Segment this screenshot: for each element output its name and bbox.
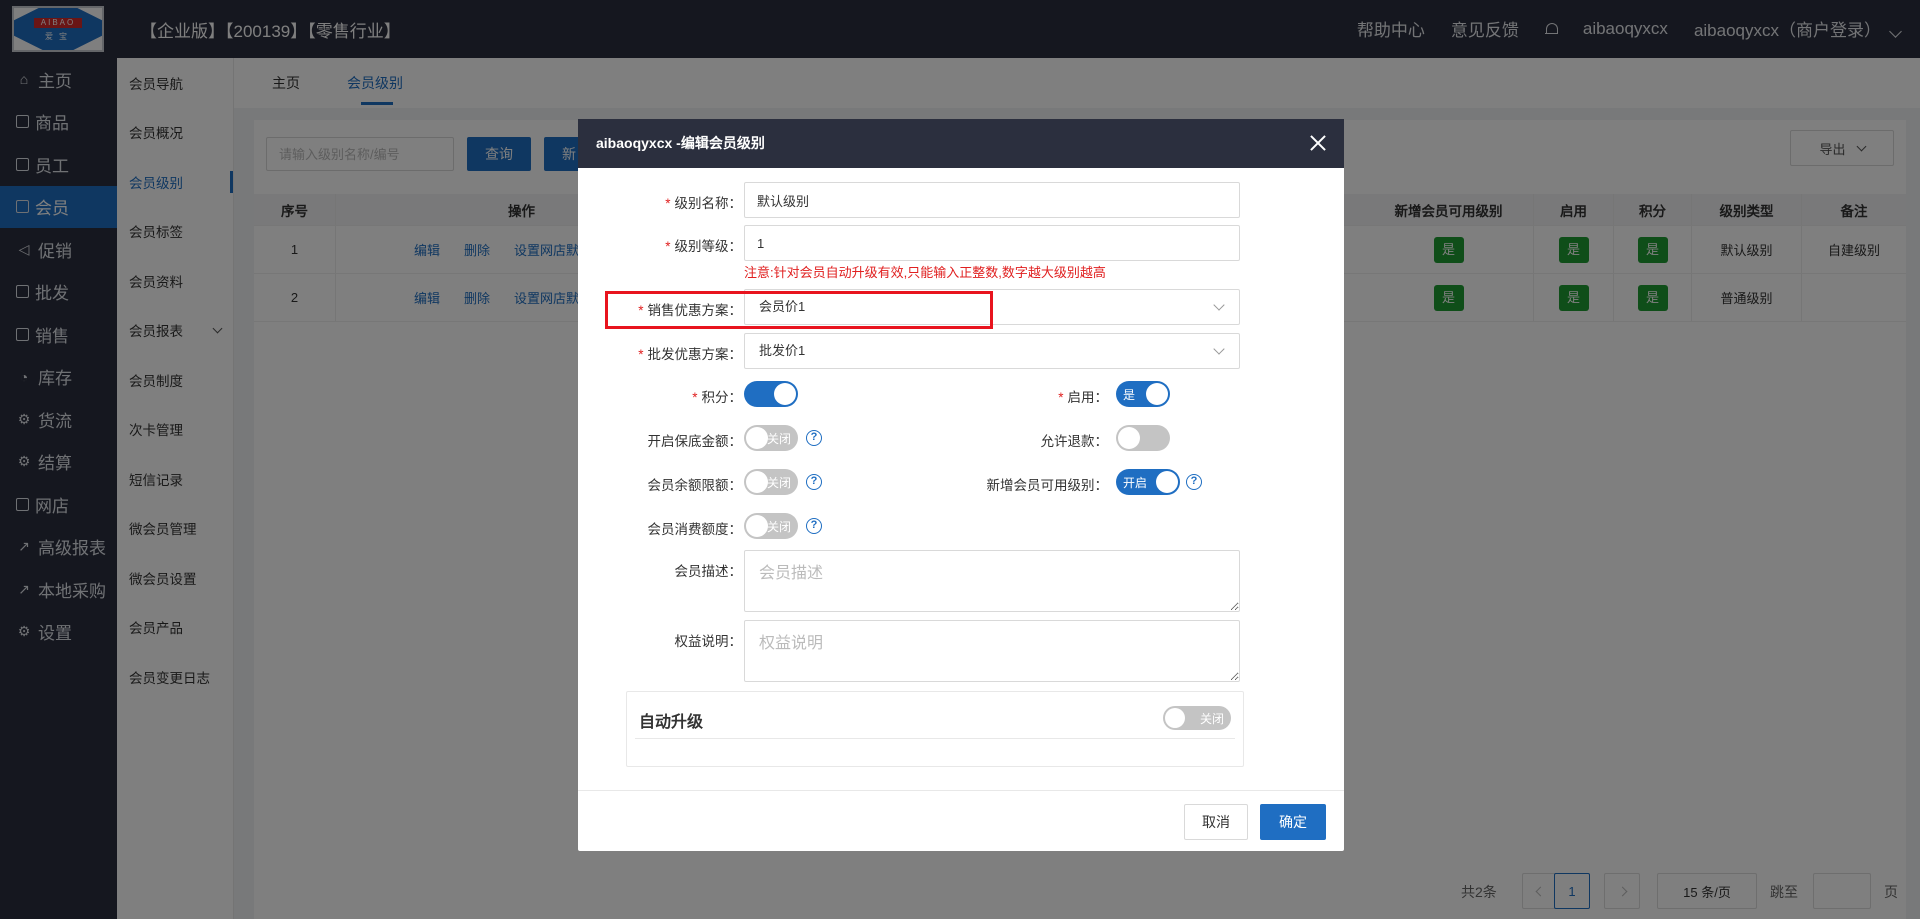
chevron-down-icon: [1213, 343, 1225, 355]
balance-limit-toggle[interactable]: 关闭: [744, 469, 798, 495]
level-name-label: * 级别名称：: [665, 196, 742, 211]
consume-limit-toggle[interactable]: 关闭: [744, 513, 798, 539]
new-member-toggle[interactable]: 开启: [1116, 469, 1180, 495]
enabled-label: * 启用：: [1058, 390, 1108, 405]
wholesale-plan-select[interactable]: 批发价1: [744, 333, 1240, 369]
auto-upgrade-section: 自动升级 关闭: [626, 691, 1244, 767]
help-icon[interactable]: ?: [806, 430, 822, 446]
highlight-box: [605, 291, 993, 329]
cancel-button[interactable]: 取消: [1184, 804, 1248, 840]
help-icon[interactable]: ?: [806, 518, 822, 534]
modal-title: aibaoqyxcx -编辑会员级别: [596, 135, 765, 151]
confirm-button[interactable]: 确定: [1260, 804, 1326, 840]
level-rank-label: * 级别等级：: [665, 239, 742, 254]
level-name-input[interactable]: [744, 182, 1240, 218]
rights-textarea[interactable]: [744, 620, 1240, 682]
help-icon[interactable]: ?: [806, 474, 822, 490]
desc-textarea[interactable]: [744, 550, 1240, 612]
help-icon[interactable]: ?: [1186, 474, 1202, 490]
deposit-toggle[interactable]: 关闭: [744, 425, 798, 451]
consume-limit-label: 会员消费额度：: [647, 522, 743, 537]
points-label: * 积分：: [692, 390, 742, 405]
refund-toggle[interactable]: [1116, 425, 1170, 451]
deposit-label: 开启保底金额：: [647, 434, 743, 449]
close-icon[interactable]: [1306, 131, 1330, 155]
level-rank-note: 注意:针对会员自动升级有效,只能输入正整数,数字越大级别越高: [744, 265, 1106, 280]
new-member-label: 新增会员可用级别：: [986, 478, 1109, 493]
desc-label: 会员描述：: [674, 564, 743, 579]
level-rank-input[interactable]: [744, 225, 1240, 261]
auto-upgrade-toggle[interactable]: 关闭: [1163, 706, 1231, 730]
balance-limit-label: 会员余额限额：: [647, 478, 743, 493]
refund-label: 允许退款：: [1040, 434, 1109, 449]
enabled-toggle[interactable]: 是: [1116, 381, 1170, 407]
modal-footer: 取消 确定: [578, 790, 1344, 851]
edit-level-modal: aibaoqyxcx -编辑会员级别 *级别名称： *级别等级： 注意:针对会员…: [578, 119, 1344, 851]
points-toggle[interactable]: [744, 381, 798, 407]
chevron-down-icon: [1213, 299, 1225, 311]
rights-label: 权益说明：: [674, 634, 743, 649]
modal-header: aibaoqyxcx -编辑会员级别: [578, 119, 1344, 168]
wholesale-plan-label: * 批发优惠方案：: [638, 347, 742, 362]
auto-upgrade-title: 自动升级: [639, 714, 704, 731]
